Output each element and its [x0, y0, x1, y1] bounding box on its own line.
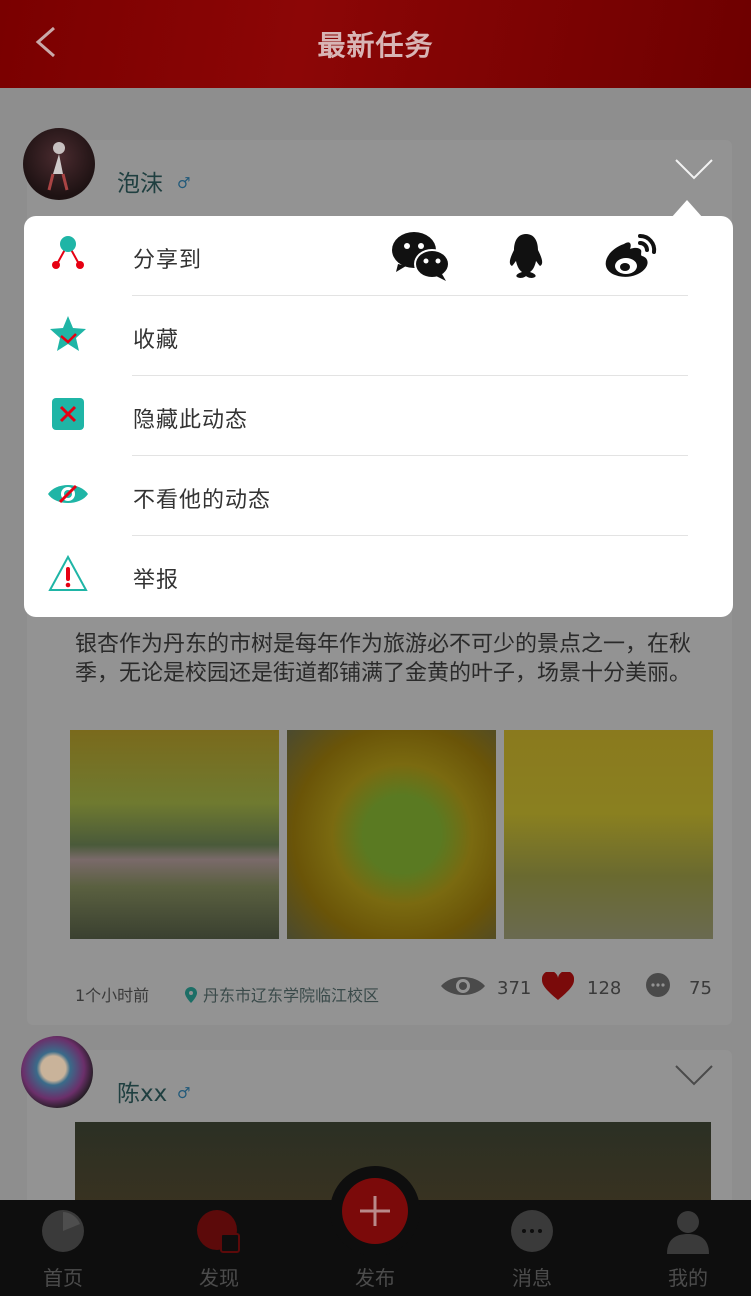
home-icon: [42, 1210, 84, 1252]
menu-item-label: 举报: [133, 568, 180, 593]
username[interactable]: 陈xx: [117, 1074, 167, 1108]
menu-item-favorite[interactable]: 收藏: [24, 296, 733, 376]
warning-icon: [48, 554, 88, 591]
star-icon: [50, 316, 86, 351]
nav-item-home[interactable]: 首页: [0, 1200, 138, 1296]
nav-item-discover[interactable]: 发现: [144, 1200, 294, 1296]
location-text: 丹东市辽东学院临江校区: [203, 986, 380, 1005]
eye-off-icon: [48, 484, 88, 504]
chevron-down-icon[interactable]: [674, 1064, 714, 1088]
gender-male-icon: ♂: [177, 1084, 191, 1102]
discover-icon: [197, 1210, 240, 1253]
comment-count: 75: [689, 978, 712, 999]
post-photo[interactable]: [504, 730, 713, 939]
post-photo[interactable]: [70, 730, 279, 939]
page-title: 最新任务: [317, 29, 434, 62]
avatar[interactable]: [21, 1036, 93, 1108]
nav-label: 消息: [512, 1266, 552, 1290]
plus-icon: [360, 1196, 390, 1226]
post-location[interactable]: 丹东市辽东学院临江校区: [185, 982, 379, 1006]
close-box-icon: [52, 398, 84, 430]
message-icon: [511, 1210, 553, 1252]
nav-item-messages[interactable]: 消息: [457, 1200, 607, 1296]
post-text: 银杏作为丹东的市树是每年作为旅游必不可少的景点之一，在秋季，无论是校园还是街道都…: [75, 632, 692, 686]
nav-label: 我的: [668, 1266, 708, 1290]
chevron-down-icon[interactable]: [674, 158, 714, 182]
qq-icon[interactable]: [506, 230, 546, 282]
wechat-icon[interactable]: [390, 230, 452, 282]
menu-item-label: 不看他的动态: [133, 488, 272, 513]
menu-item-hide-post[interactable]: 隐藏此动态: [24, 376, 733, 456]
menu-item-label: 隐藏此动态: [133, 408, 249, 433]
weibo-icon[interactable]: [602, 230, 658, 282]
nav-label: 发布: [355, 1266, 395, 1290]
avatar[interactable]: [23, 128, 95, 200]
top-bar: 最新任务: [0, 0, 751, 88]
location-pin-icon: [185, 987, 197, 1003]
nav-label: 首页: [43, 1266, 83, 1290]
eye-icon: [441, 977, 485, 995]
view-count: 371: [497, 978, 532, 999]
nav-label: 发现: [199, 1266, 239, 1290]
gender-male-icon: ♂: [177, 174, 191, 192]
menu-item-report[interactable]: 举报: [24, 536, 733, 616]
menu-item-share[interactable]: 分享到: [24, 216, 733, 296]
heart-icon[interactable]: [542, 972, 574, 1002]
post-action-menu: 分享到 收藏 隐藏此动态 不看他的动态 举报: [24, 200, 733, 617]
post-photo[interactable]: [287, 730, 496, 939]
like-count: 128: [587, 978, 622, 999]
publish-button[interactable]: [342, 1178, 408, 1244]
comment-icon[interactable]: [645, 972, 671, 998]
share-icon: [52, 236, 84, 269]
menu-item-label: 分享到: [133, 248, 203, 273]
user-icon: [667, 1211, 709, 1254]
post-time: 1个小时前: [75, 986, 150, 1005]
nav-item-profile[interactable]: 我的: [613, 1200, 751, 1296]
username[interactable]: 泡沫: [117, 164, 163, 198]
menu-item-label: 收藏: [133, 328, 180, 353]
menu-item-block-user[interactable]: 不看他的动态: [24, 456, 733, 536]
